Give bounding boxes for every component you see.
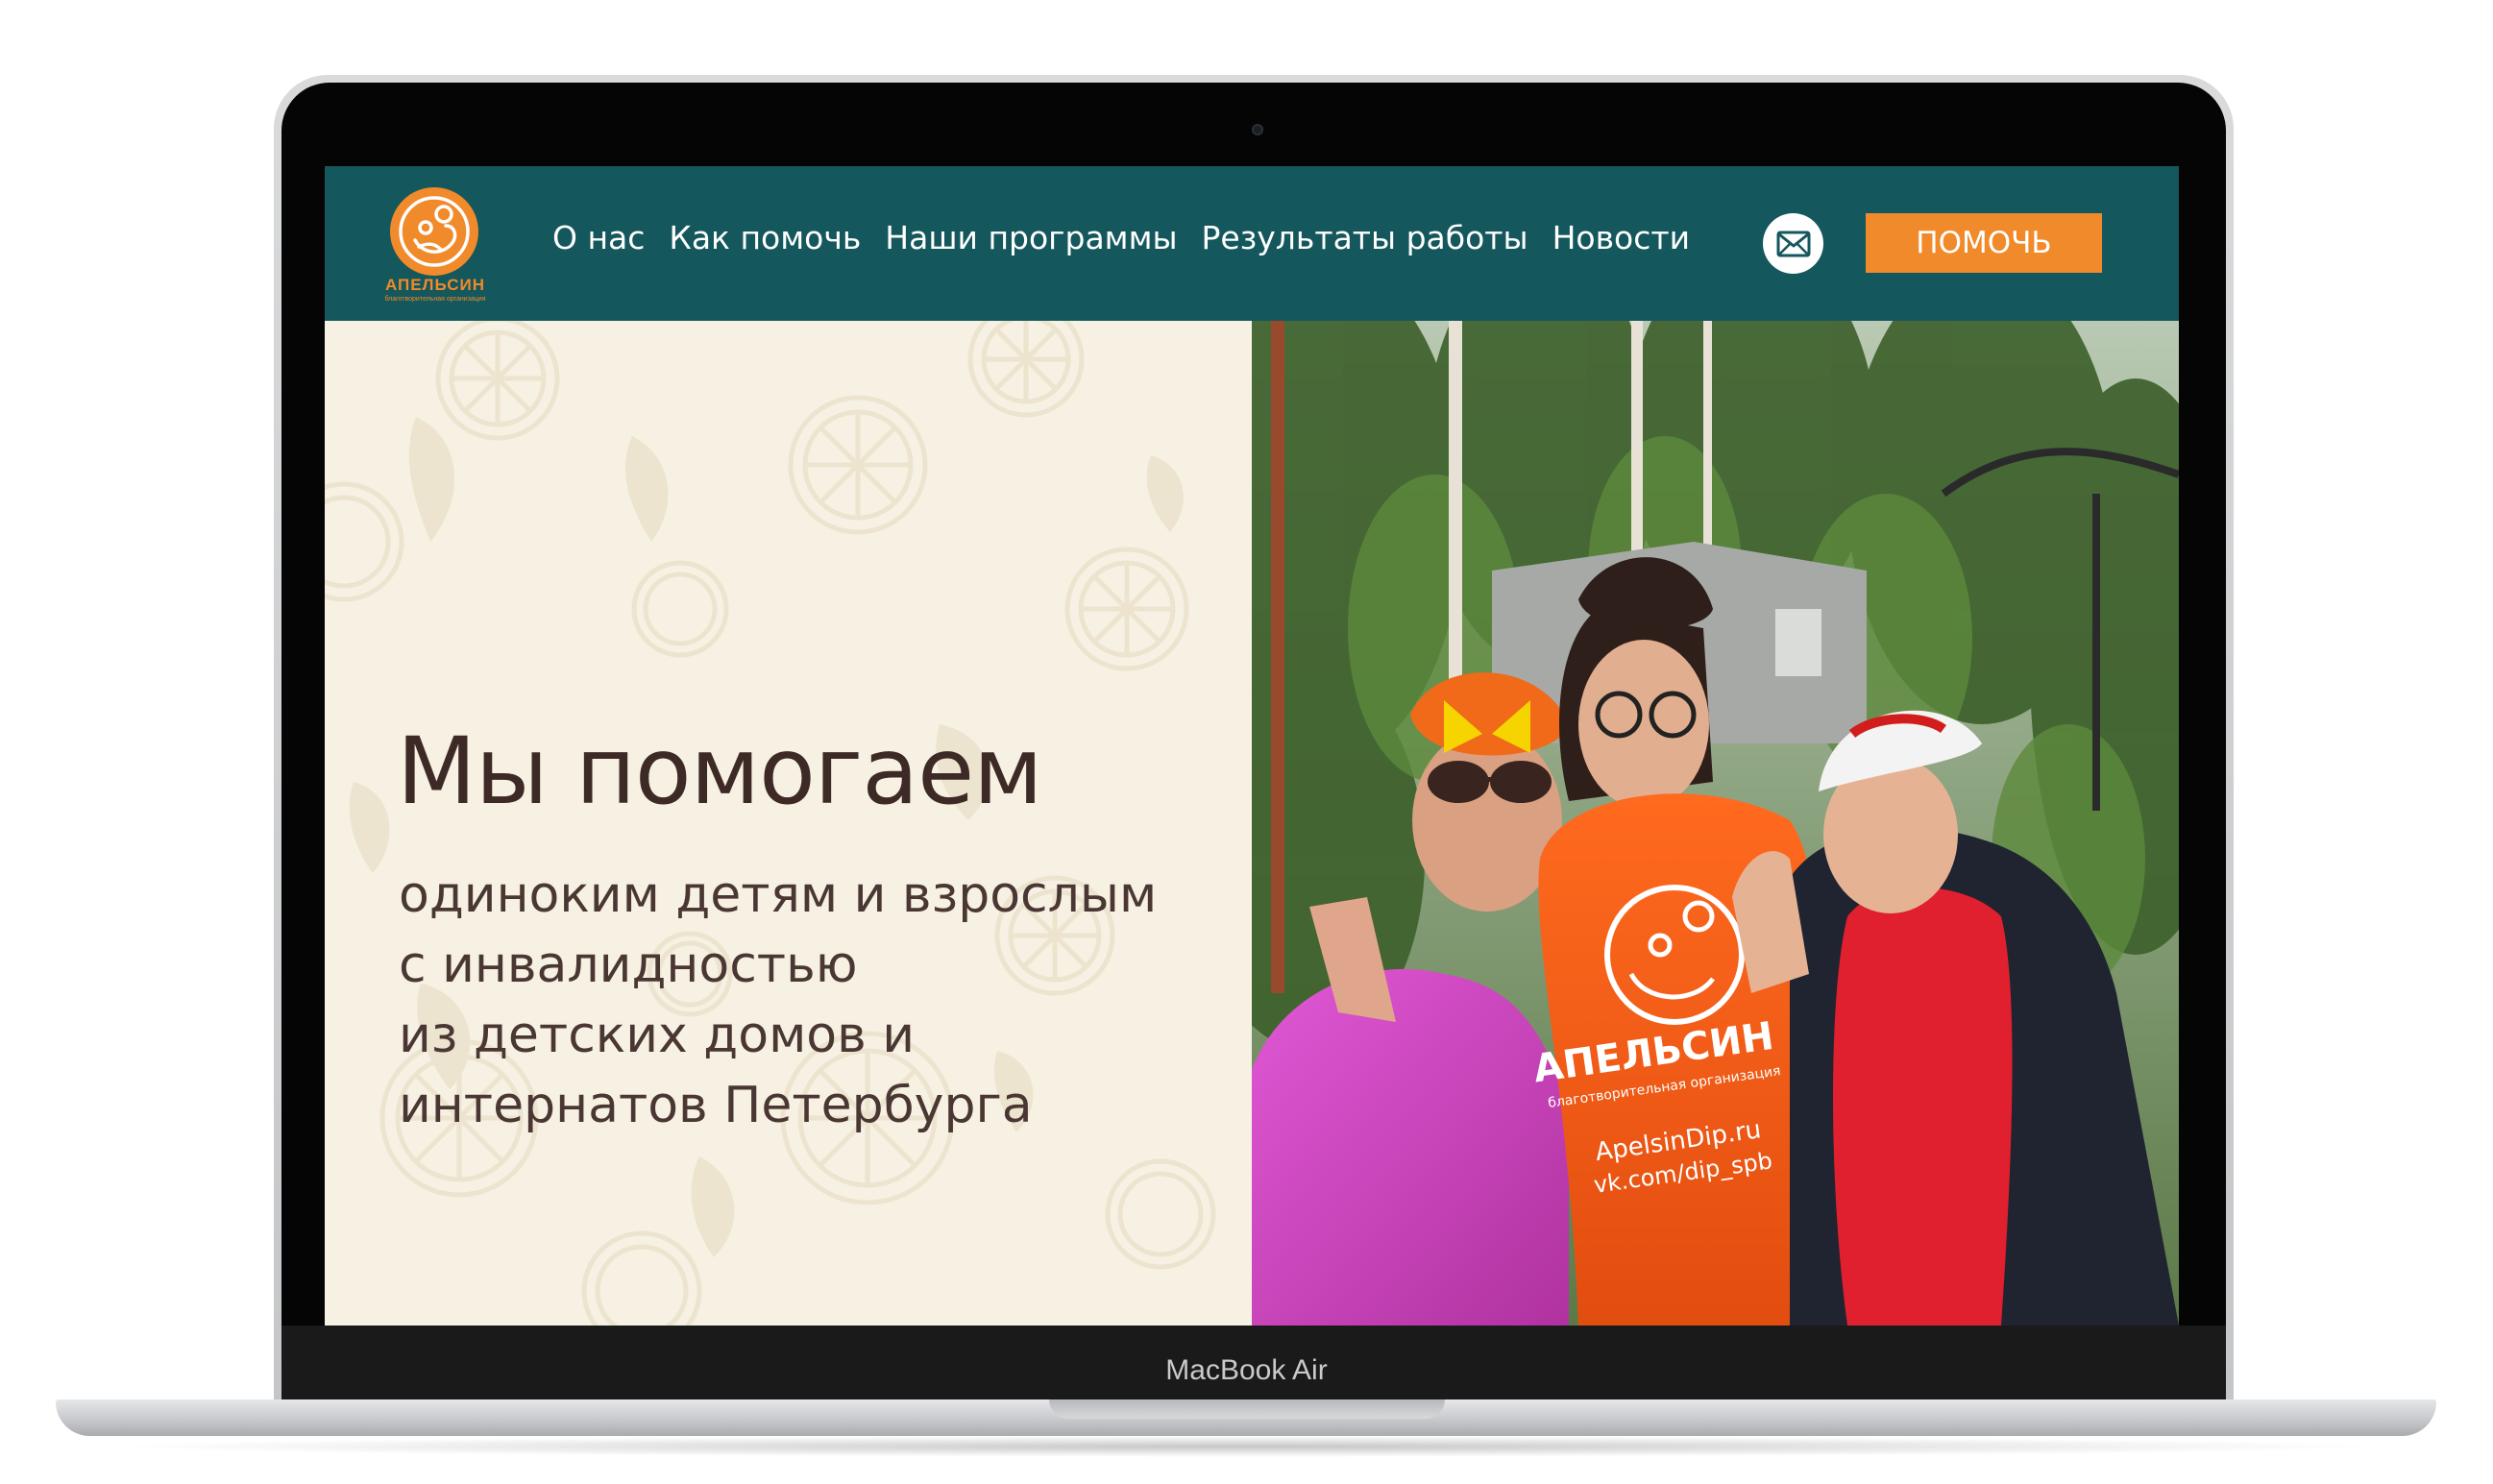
hero-description: одиноким детям и взрослым с инвалидность… xyxy=(399,861,1157,1141)
laptop-mockup: MacBook Air АПЕЛЬСИН благотворительная о… xyxy=(0,0,2493,1484)
help-button[interactable]: ПОМОЧЬ xyxy=(1866,213,2102,273)
hero-photo: АПЕЛЬСИН благотворительная организация A… xyxy=(1252,321,2179,1326)
nav-news[interactable]: Новости xyxy=(1552,219,1690,256)
nav-how-to-help[interactable]: Как помочь xyxy=(669,219,861,256)
hero-title: Мы помогаем xyxy=(397,718,1043,825)
logo-name: АПЕЛЬСИН xyxy=(384,276,486,294)
nav-programs[interactable]: Наши программы xyxy=(885,219,1177,256)
family-emblem-icon xyxy=(399,196,470,267)
website-screen: АПЕЛЬСИН благотворительная организация О… xyxy=(325,166,2179,1326)
laptop-hinge-notch xyxy=(1049,1399,1445,1419)
orange-slice-icon xyxy=(435,321,560,441)
hero-text-panel: Мы помогаем одиноким детям и взрослым с … xyxy=(325,321,1252,1326)
main-nav: О нас Как помочь Наши программы Результа… xyxy=(552,219,1690,256)
hero-line: одиноким детям и взрослым xyxy=(399,866,1158,924)
hero-line: с инвалидностью xyxy=(399,937,858,994)
device-brand-label: MacBook Air xyxy=(1165,1354,1328,1386)
nav-about[interactable]: О нас xyxy=(552,219,645,256)
hero-line: из детских домов и xyxy=(399,1007,916,1064)
site-logo[interactable]: АПЕЛЬСИН благотворительная организация xyxy=(379,187,492,303)
group-photo-illustration: АПЕЛЬСИН благотворительная организация A… xyxy=(1252,321,2179,1326)
mail-button[interactable] xyxy=(1763,213,1823,274)
envelope-icon xyxy=(1776,231,1810,256)
laptop-shadow xyxy=(106,1436,2387,1457)
logo-emblem xyxy=(390,187,478,276)
hero-line: интернатов Петербурга xyxy=(399,1077,1033,1134)
nav-results[interactable]: Результаты работы xyxy=(1202,219,1528,256)
site-header: АПЕЛЬСИН благотворительная организация О… xyxy=(325,166,2179,321)
camera-dot xyxy=(1252,124,1263,135)
logo-subtitle: благотворительная организация xyxy=(384,296,486,303)
